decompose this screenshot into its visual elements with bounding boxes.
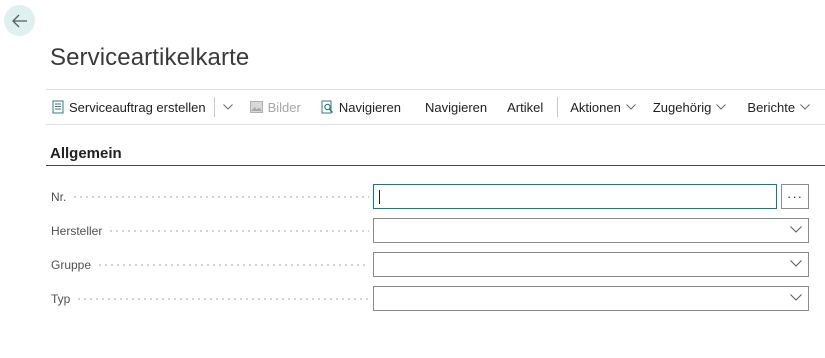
service-item-card-page: Serviceartikelkarte Serviceauftrag erste… <box>0 0 825 358</box>
section-title-general: Allgemein <box>50 145 122 162</box>
field-label-group: Gruppe <box>51 258 369 272</box>
related-menu[interactable]: Zugehörig <box>647 90 738 124</box>
reports-menu[interactable]: Berichte <box>741 90 821 124</box>
field-label-manufacturer: Hersteller <box>51 224 369 238</box>
no-lookup-button[interactable]: ··· <box>781 184 809 209</box>
action-bar: Serviceauftrag erstellen Bilder Navigier… <box>46 89 825 125</box>
group-select[interactable] <box>373 252 809 277</box>
dotted-leader <box>72 196 369 198</box>
find-entries-icon <box>321 100 333 114</box>
page-title: Serviceartikelkarte <box>50 44 250 71</box>
type-select[interactable] <box>373 286 809 311</box>
label-text: Nr. <box>51 190 67 204</box>
reports-label: Berichte <box>747 99 796 115</box>
dotted-leader <box>97 264 369 266</box>
manufacturer-select[interactable] <box>373 218 809 243</box>
create-service-order-button[interactable]: Serviceauftrag erstellen <box>46 90 212 124</box>
more-actions-dropdown[interactable] <box>217 90 244 124</box>
section-divider <box>46 165 825 166</box>
back-button[interactable] <box>4 5 35 36</box>
related-label: Zugehörig <box>652 99 712 115</box>
create-service-order-label: Serviceauftrag erstellen <box>69 99 206 115</box>
actions-label: Aktionen <box>570 99 621 115</box>
field-label-no: Nr. <box>51 190 369 204</box>
pictures-button[interactable]: Bilder <box>244 90 307 124</box>
field-label-type: Typ <box>51 292 369 306</box>
chevron-down-icon <box>790 260 802 267</box>
navigate-find-label: Navigieren <box>338 99 401 115</box>
navigate-find-button[interactable]: Navigieren <box>315 90 407 124</box>
text-caret <box>379 190 380 204</box>
label-text: Hersteller <box>51 224 103 238</box>
actions-menu[interactable]: Aktionen <box>564 90 647 124</box>
document-icon <box>52 100 64 114</box>
chevron-down-icon <box>790 294 802 301</box>
chevron-down-icon <box>800 104 810 110</box>
chevron-down-icon <box>222 104 233 110</box>
picture-icon <box>249 101 263 113</box>
item-menu[interactable]: Artikel <box>501 90 549 124</box>
arrow-left-icon <box>11 14 27 27</box>
chevron-down-icon <box>790 226 802 233</box>
item-label: Artikel <box>507 99 544 115</box>
pictures-label: Bilder <box>267 99 301 115</box>
dotted-leader <box>76 298 369 300</box>
separator <box>213 97 215 117</box>
separator <box>557 97 559 117</box>
dotted-leader <box>108 230 369 232</box>
navigate-label: Navigieren <box>424 99 488 115</box>
label-text: Gruppe <box>51 258 92 272</box>
chevron-down-icon <box>626 104 636 110</box>
chevron-down-icon <box>716 104 727 110</box>
navigate-menu[interactable]: Navigieren <box>419 90 493 124</box>
no-input[interactable] <box>373 184 777 209</box>
label-text: Typ <box>51 292 71 306</box>
